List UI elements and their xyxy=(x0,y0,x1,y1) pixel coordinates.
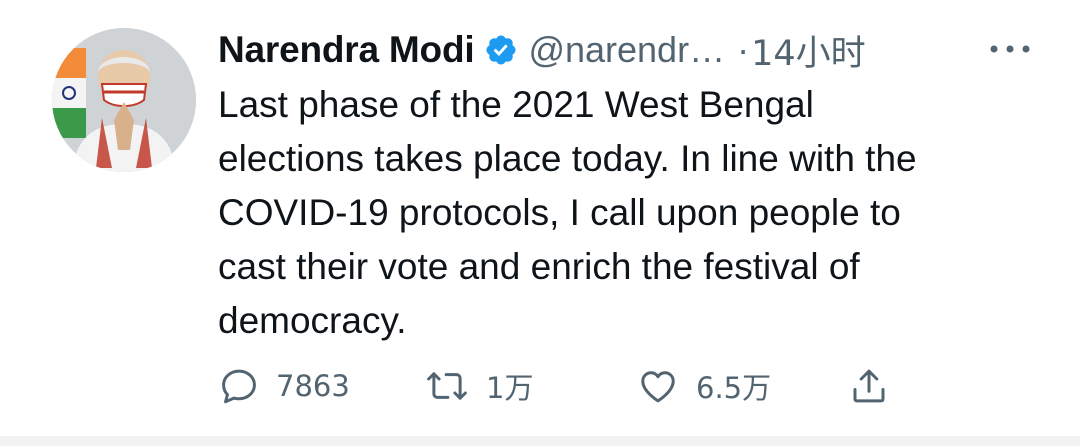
like-count: 6.5万 xyxy=(696,371,772,405)
avatar[interactable] xyxy=(52,28,196,172)
display-name[interactable]: Narendra Modi xyxy=(218,29,475,71)
tweet-text-line: cast their vote and enrich the festival … xyxy=(218,246,860,287)
more-icon xyxy=(990,45,1030,53)
tweet-text-line: COVID-19 protocols, I call upon people t… xyxy=(218,192,901,233)
share-button[interactable] xyxy=(848,360,890,412)
avatar-photo xyxy=(52,28,196,172)
retweet-button[interactable]: 1万 xyxy=(424,360,533,412)
tweet-text-line: democracy. xyxy=(218,300,407,341)
tweet-text: Last phase of the 2021 West Bengal elect… xyxy=(218,78,1058,348)
share-icon xyxy=(853,369,885,403)
tweet-card[interactable]: Narendra Modi @narendr… · 14小时 Last phas… xyxy=(0,0,1080,436)
reply-count: 7863 xyxy=(276,369,350,403)
separator-dot: · xyxy=(737,29,750,70)
author-handle[interactable]: @narendr… xyxy=(528,29,725,71)
tweet-actions: 7863 1万 6.5万 xyxy=(218,360,918,412)
more-button[interactable] xyxy=(985,34,1035,64)
tweet-header: Narendra Modi @narendr… · 14小时 xyxy=(218,26,1048,74)
reply-icon xyxy=(222,369,256,404)
bottom-divider xyxy=(0,436,1080,446)
verified-badge-icon xyxy=(484,33,518,67)
retweet-count: 1万 xyxy=(486,371,534,405)
tweet-timestamp[interactable]: 14小时 xyxy=(751,25,866,76)
tweet-text-line: Last phase of the 2021 West Bengal xyxy=(218,84,814,125)
heart-icon xyxy=(641,371,675,403)
retweet-icon xyxy=(427,372,467,400)
like-button[interactable]: 6.5万 xyxy=(636,360,771,412)
reply-button[interactable]: 7863 xyxy=(218,360,350,412)
tweet-text-line: elections takes place today. In line wit… xyxy=(218,138,917,179)
